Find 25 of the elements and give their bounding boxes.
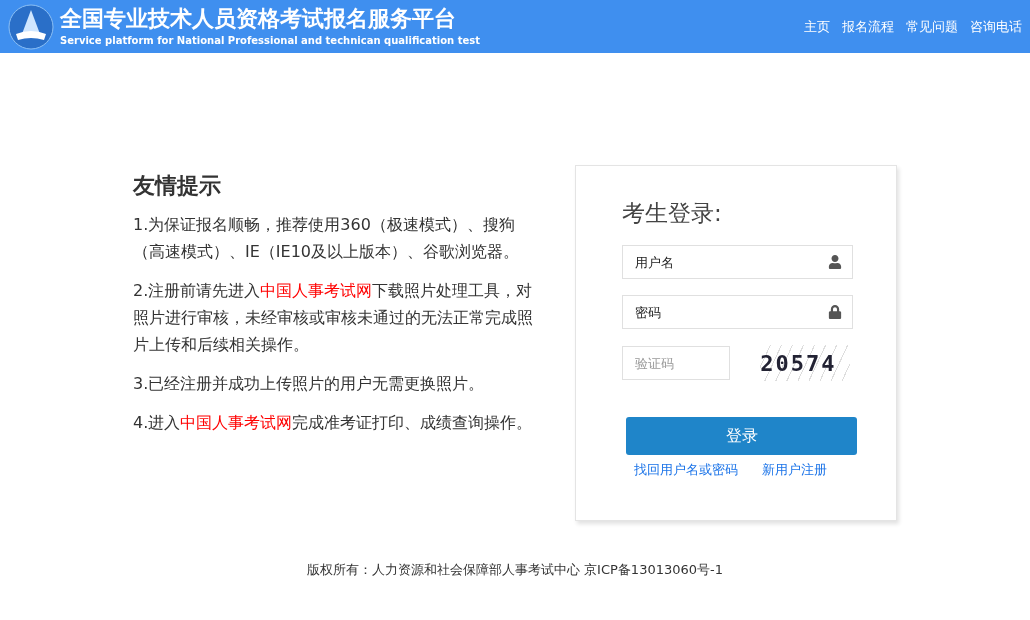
notice-paragraph: 4.进入中国人事考试网完成准考证打印、成绩查询操作。 <box>133 412 534 434</box>
logo-icon <box>8 3 54 50</box>
notice-paragraph: 2.注册前请先进入中国人事考试网下载照片处理工具，对照片进行审核，未经审核或审核未通过的无法正常完成照片上传和后续相关操作。 <box>133 280 534 356</box>
notice-title: 友情提示 <box>133 172 222 200</box>
captcha-field[interactable]: 验证码 <box>622 346 731 380</box>
nav-link[interactable]: 常见问题 <box>906 17 958 36</box>
account-link[interactable]: 新用户注册 <box>762 461 827 479</box>
site-subtitle: Service platform for National Professional and technican qualification test <box>60 33 480 48</box>
exam-site-link[interactable]: 中国人事考试网 <box>180 413 293 432</box>
login-button[interactable]: 登录 <box>626 417 857 455</box>
lock-icon <box>828 305 842 319</box>
user-icon <box>828 255 842 269</box>
username-field[interactable]: 用户名 <box>622 245 853 279</box>
nav-link[interactable]: 咨询电话 <box>970 17 1022 36</box>
captcha-image: 20574 <box>760 345 850 381</box>
notice-paragraph: 1.为保证报名顺畅，推荐使用360（极速模式）、搜狗（高速模式）、IE（IE10及以上版本）、谷歌浏览器。 <box>133 214 520 263</box>
nav-link[interactable]: 报名流程 <box>842 17 894 36</box>
exam-site-link[interactable]: 中国人事考试网 <box>260 281 373 300</box>
account-link[interactable]: 找回用户名或密码 <box>634 461 738 479</box>
nav-link[interactable]: 主页 <box>804 17 830 36</box>
password-field[interactable]: 密码 <box>622 295 853 329</box>
login-title: 考生登录: <box>622 199 723 228</box>
site-title: 全国专业技术人员资格考试报名服务平台 <box>60 4 457 33</box>
copyright-text: 版权所有：人力资源和社会保障部人事考试中心 京ICP备13013060号-1 <box>307 562 723 577</box>
notice-paragraph: 3.已经注册并成功上传照片的用户无需更换照片。 <box>133 373 486 395</box>
